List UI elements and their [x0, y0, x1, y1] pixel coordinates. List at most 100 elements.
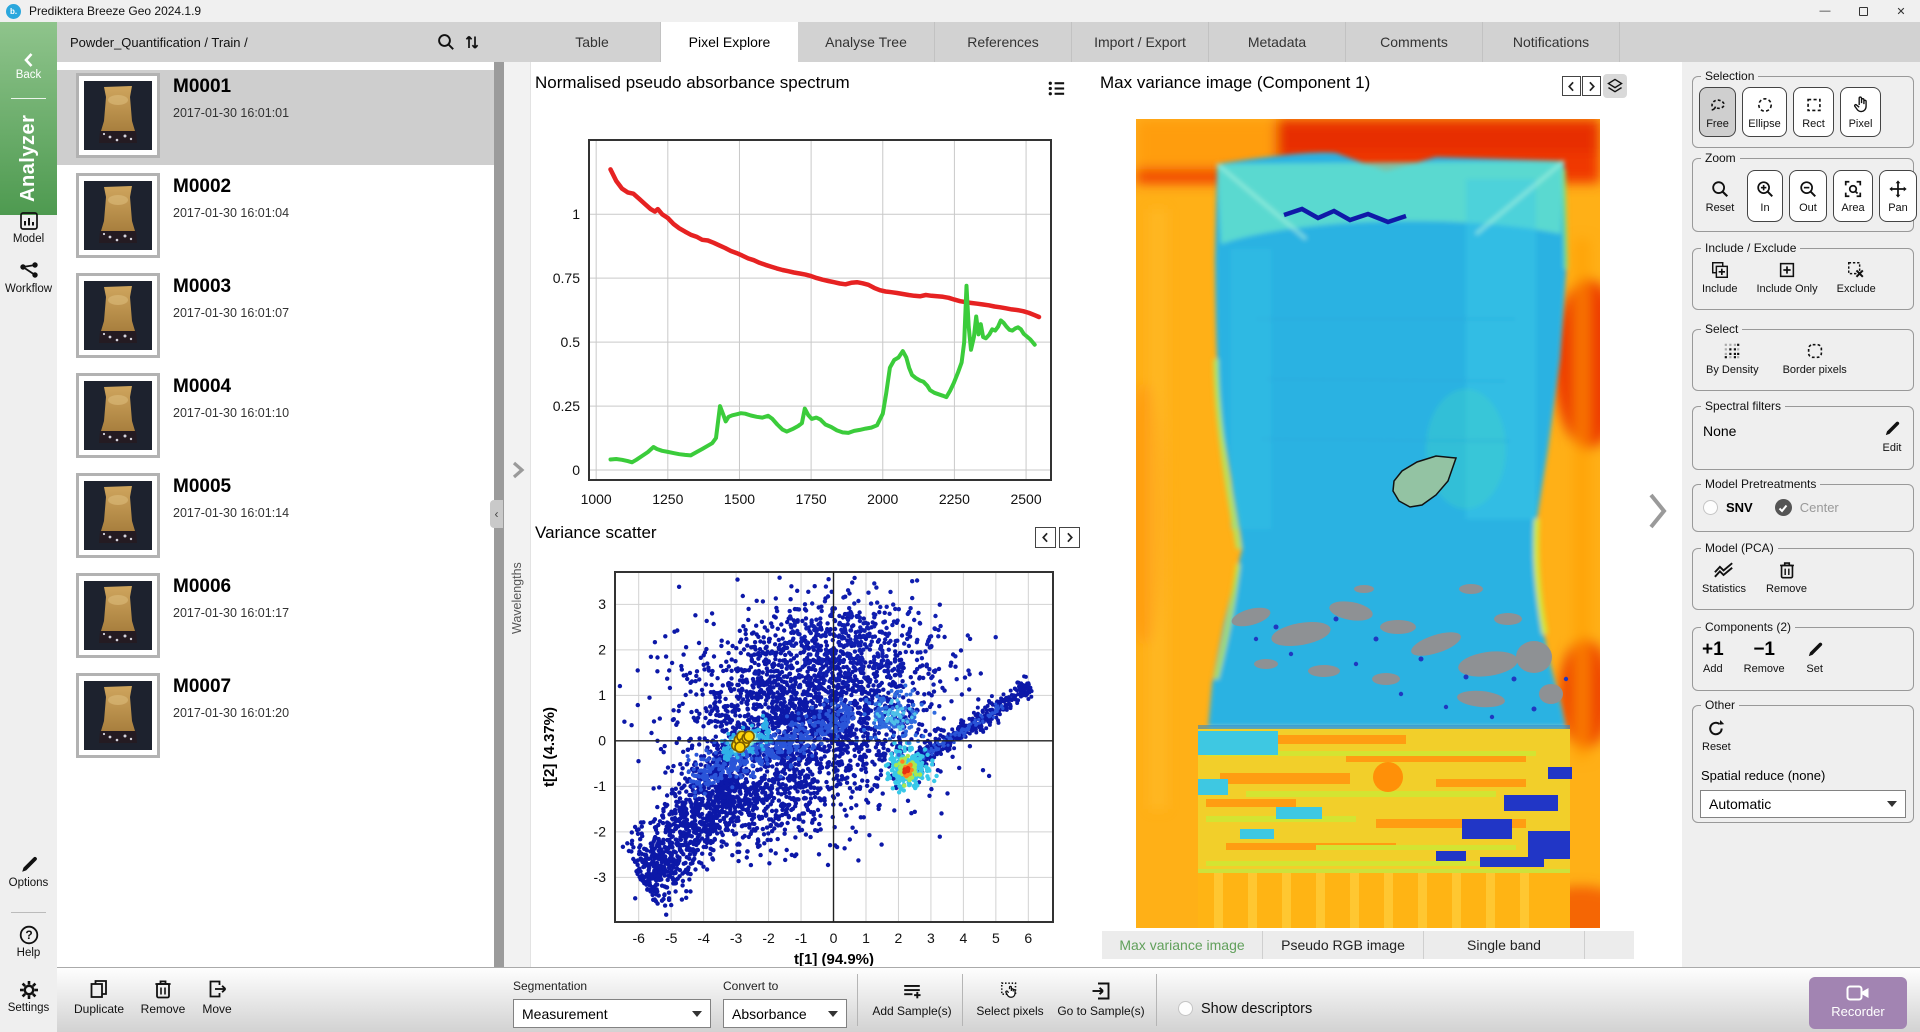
sample-timestamp: 2017-01-30 16:01:04 — [173, 206, 289, 220]
sample-item[interactable]: M00062017-01-30 16:01:17 — [57, 570, 494, 665]
image-prev-button[interactable] — [1562, 76, 1581, 96]
recorder-button[interactable]: Recorder — [1809, 977, 1907, 1029]
sample-item[interactable]: M00052017-01-30 16:01:14 — [57, 470, 494, 565]
zoom-out-button[interactable]: Out — [1789, 170, 1827, 222]
component-add-button[interactable]: +1Add — [1699, 638, 1727, 677]
center-checkbox[interactable] — [1775, 499, 1792, 516]
snv-radio[interactable] — [1703, 500, 1718, 515]
image-tab-max-variance-image[interactable]: Max variance image — [1102, 931, 1263, 959]
ellipse-icon — [1755, 95, 1775, 115]
image-tab-single-band[interactable]: Single band — [1424, 931, 1585, 959]
selection-ellipse-button[interactable]: Ellipse — [1742, 87, 1787, 137]
sidebar-item-options[interactable]: Options — [0, 854, 57, 889]
svg-text:1250: 1250 — [652, 491, 683, 507]
image-next-button[interactable] — [1582, 76, 1601, 96]
sample-item[interactable]: M00072017-01-30 16:01:20 — [57, 670, 494, 765]
convert-to-label: Convert to — [723, 979, 778, 993]
duplicate-button[interactable]: Duplicate — [71, 978, 127, 1016]
selection-rect-button[interactable]: Rect — [1793, 87, 1834, 137]
zoom-area-button[interactable]: Area — [1833, 170, 1873, 222]
sample-item[interactable]: M00032017-01-30 16:01:07 — [57, 270, 494, 365]
tab-notifications[interactable]: Notifications — [1483, 22, 1620, 62]
pretreatments-group: Model Pretreatments SNV Center — [1692, 484, 1914, 532]
include-button[interactable]: Include — [1699, 258, 1740, 297]
search-icon[interactable] — [436, 32, 456, 52]
exclude-button[interactable]: Exclude — [1834, 258, 1879, 297]
video-camera-icon — [1846, 984, 1870, 1002]
collapse-right-chevron-icon[interactable] — [1644, 490, 1670, 532]
scatter-prev-button[interactable] — [1035, 527, 1056, 548]
back-button[interactable]: Back — [0, 52, 57, 81]
scatter-next-button[interactable] — [1059, 527, 1080, 548]
other-reset-button[interactable]: Reset — [1699, 716, 1734, 755]
include-exclude-group: Include / Exclude Include Include Only E… — [1692, 248, 1914, 310]
breadcrumb[interactable]: Powder_Quantification / Train / — [70, 35, 248, 50]
tab-pixel-explore[interactable]: Pixel Explore — [661, 22, 798, 62]
max-variance-image[interactable] — [1136, 119, 1600, 928]
goto-samples-button[interactable]: Go to Sample(s) — [1053, 980, 1149, 1018]
image-tab-pseudo-rgb-image[interactable]: Pseudo RGB image — [1263, 931, 1424, 959]
component-remove-button[interactable]: −1Remove — [1741, 638, 1788, 677]
back-chevron-icon — [21, 52, 37, 68]
wavelengths-label: Wavelengths — [510, 494, 524, 634]
convert-to-dropdown[interactable]: Absorbance — [723, 999, 847, 1028]
include-icon — [1710, 260, 1730, 280]
spectrum-chart[interactable]: 00.250.50.751100012501500175020002250250… — [530, 104, 1075, 524]
spectral-filters-edit-button[interactable]: Edit — [1879, 417, 1905, 456]
selection-pixel-button[interactable]: Pixel — [1840, 87, 1881, 137]
select-border-pixels-button[interactable]: Border pixels — [1780, 339, 1850, 378]
sample-name: M0005 — [173, 476, 231, 498]
tab-import-export[interactable]: Import / Export — [1072, 22, 1209, 62]
zoom-pan-button[interactable]: Pan — [1879, 170, 1917, 222]
wavelengths-collapsed-panel[interactable]: Wavelengths — [504, 62, 531, 967]
move-button[interactable]: Move — [193, 978, 241, 1016]
maximize-button[interactable] — [1844, 0, 1882, 22]
component-set-button[interactable]: Set — [1802, 638, 1828, 677]
show-descriptors-label: Show descriptors — [1201, 1001, 1312, 1017]
zoom-reset-button[interactable]: Reset — [1699, 170, 1741, 222]
bottom-bar-divider — [962, 974, 963, 1026]
sidebar-item-model[interactable]: Model — [0, 210, 57, 245]
close-button[interactable]: ✕ — [1882, 0, 1920, 22]
workflow-icon — [18, 260, 40, 282]
remove-button[interactable]: Remove — [135, 978, 191, 1016]
selection-free-button[interactable]: Free — [1699, 87, 1736, 137]
goto-sample-icon — [1090, 980, 1112, 1002]
zoom-in-button[interactable]: In — [1747, 170, 1783, 222]
layers-icon[interactable] — [1603, 74, 1627, 98]
heat-bag — [1208, 152, 1567, 729]
tab-table[interactable]: Table — [524, 22, 661, 62]
sample-timestamp: 2017-01-30 16:01:07 — [173, 306, 289, 320]
spectrum-options-icon[interactable] — [1044, 76, 1068, 100]
collapse-left-chevron-icon[interactable]: ‹ — [490, 500, 503, 528]
sidebar-item-settings[interactable]: Settings — [0, 979, 57, 1014]
tab-references[interactable]: References — [935, 22, 1072, 62]
sort-icon[interactable] — [462, 32, 482, 52]
sample-item[interactable]: M00012017-01-30 16:01:01 — [57, 70, 494, 165]
select-pixels-icon — [999, 980, 1021, 1002]
app-logo-icon: b. — [6, 4, 21, 19]
tab-comments[interactable]: Comments — [1346, 22, 1483, 62]
select-pixels-button[interactable]: Select pixels — [972, 980, 1048, 1018]
minimize-button[interactable]: — — [1806, 0, 1844, 22]
show-descriptors-radio[interactable] — [1178, 1001, 1193, 1016]
sidebar-item-help[interactable]: ? Help — [0, 924, 57, 959]
svg-text:1: 1 — [572, 206, 580, 222]
model-remove-button[interactable]: Remove — [1763, 558, 1810, 597]
variance-scatter-chart[interactable]: -6-5-4-3-2-10123456-3-2-10123t[1] (94.9%… — [530, 552, 1078, 966]
segmentation-dropdown[interactable]: Measurement — [513, 999, 711, 1028]
sidebar-item-workflow[interactable]: Workflow — [0, 260, 57, 295]
rect-icon — [1804, 95, 1824, 115]
statistics-button[interactable]: Statistics — [1699, 558, 1749, 597]
scatter-panel-title: Variance scatter — [535, 523, 657, 543]
sample-item[interactable]: M00042017-01-30 16:01:10 — [57, 370, 494, 465]
tab-metadata[interactable]: Metadata — [1209, 22, 1346, 62]
add-samples-button[interactable]: Add Sample(s) — [867, 980, 957, 1018]
density-grid-icon — [1722, 341, 1742, 361]
spatial-reduce-dropdown[interactable]: Automatic — [1700, 790, 1906, 818]
sample-item[interactable]: M00022017-01-30 16:01:04 — [57, 170, 494, 265]
tab-analyse-tree[interactable]: Analyse Tree — [798, 22, 935, 62]
model-icon — [18, 210, 40, 232]
include-only-button[interactable]: Include Only — [1753, 258, 1820, 297]
select-by-density-button[interactable]: By Density — [1703, 339, 1762, 378]
